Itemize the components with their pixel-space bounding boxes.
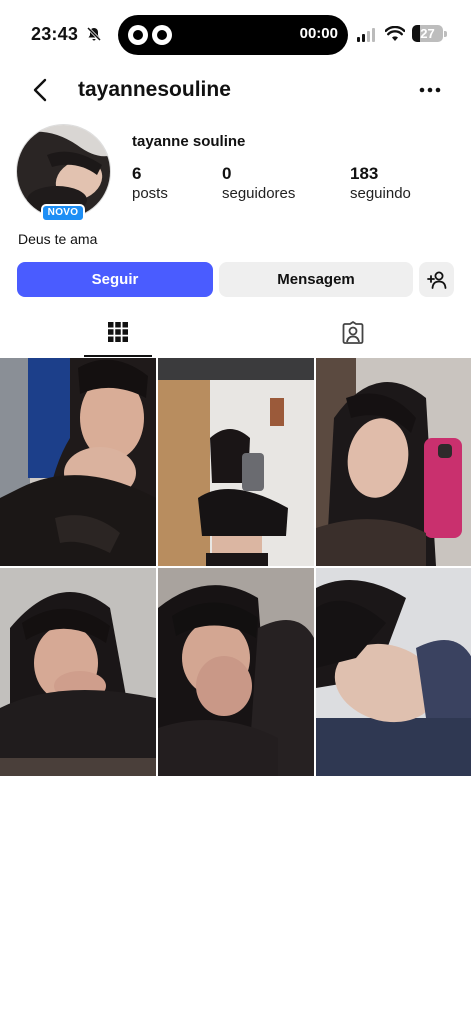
grid-icon (108, 322, 128, 342)
back-arrow-icon[interactable] (28, 77, 54, 103)
add-person-icon (427, 271, 447, 289)
status-time: 23:43 (31, 24, 79, 44)
suggest-users-button[interactable] (419, 262, 454, 297)
team-badge-icon (128, 25, 148, 45)
stat-label: seguindo (350, 185, 411, 202)
tab-posts-grid[interactable] (84, 309, 152, 357)
post-thumbnail-5[interactable] (158, 568, 314, 776)
wifi-icon (385, 26, 405, 41)
follow-button[interactable]: Seguir (17, 262, 213, 297)
profile-bio: Deus te ama (18, 231, 98, 247)
photo-post-5 (158, 568, 314, 776)
profile-full-name: tayanne souline (132, 133, 246, 150)
stat-label: posts (132, 185, 168, 202)
status-bar: 23:43 00:00 27 (0, 0, 471, 70)
team-badge-icon (152, 25, 172, 45)
post-thumbnail-1[interactable] (0, 358, 156, 566)
live-activity-timer: 00:00 (299, 25, 338, 42)
profile-header: tayannesouline (0, 70, 471, 110)
dynamic-island[interactable]: 00:00 (118, 15, 348, 55)
photo-post-4 (0, 568, 156, 776)
stat-value: 6 (132, 164, 142, 183)
stat-followers[interactable]: 0 seguidores (222, 164, 295, 203)
stat-posts[interactable]: 6 posts (132, 164, 168, 203)
profile-tabs (0, 309, 471, 357)
photo-post-6 (316, 568, 471, 776)
posts-grid (0, 358, 471, 776)
tab-tagged[interactable] (318, 309, 386, 357)
message-button[interactable]: Mensagem (219, 262, 413, 297)
post-thumbnail-3[interactable] (316, 358, 471, 566)
profile-username: tayannesouline (78, 78, 231, 101)
bell-muted-icon (86, 26, 102, 42)
post-thumbnail-6[interactable] (316, 568, 471, 776)
cellular-signal-icon (357, 28, 377, 42)
battery-percentage: 27 (420, 26, 435, 41)
stat-value: 183 (350, 164, 379, 183)
battery-icon: 27 (412, 25, 443, 42)
new-profile-badge: NOVO (41, 204, 85, 222)
tagged-person-icon (342, 321, 364, 344)
post-thumbnail-4[interactable] (0, 568, 156, 776)
photo-post-2 (158, 358, 314, 566)
stat-value: 0 (222, 164, 232, 183)
more-options-icon[interactable] (416, 80, 444, 100)
photo-post-1 (0, 358, 156, 566)
post-thumbnail-2[interactable] (158, 358, 314, 566)
stat-following[interactable]: 183 seguindo (350, 164, 411, 203)
photo-post-3 (316, 358, 471, 566)
stat-label: seguidores (222, 185, 296, 202)
